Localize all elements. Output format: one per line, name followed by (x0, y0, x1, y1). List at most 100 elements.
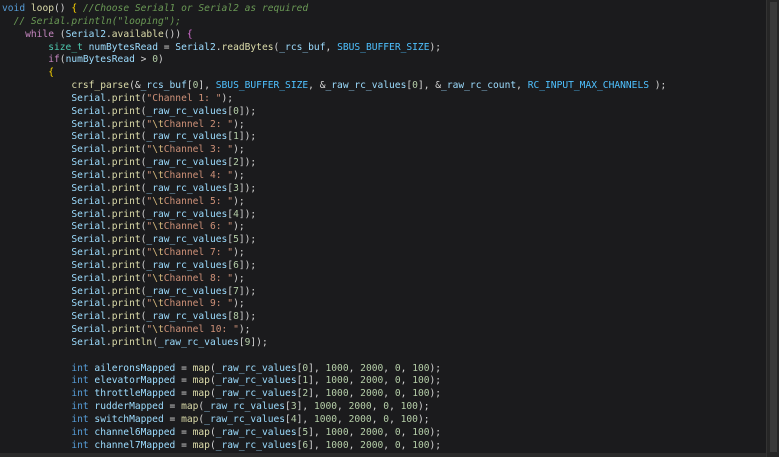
code-token: channel6Mapped (94, 426, 176, 438)
code-token: \t (152, 195, 164, 207)
code-token: = (163, 401, 182, 413)
code-token: print (111, 272, 141, 284)
code-token: Serial (71, 259, 106, 271)
code-token: _raw_rc_values (146, 234, 228, 246)
code-line: // Serial.println("looping"); (2, 16, 666, 29)
code-token: ); (429, 41, 442, 53)
code-token: RC_INPUT_MAX_CHANNELS (527, 80, 649, 92)
code-token: Serial (71, 298, 106, 310)
code-token: Channel 4: " (163, 169, 234, 181)
code-token: ); (429, 426, 442, 438)
code-token: readBytes (221, 41, 274, 53)
code-line: Serial.print("\tChannel 4: "); (2, 170, 666, 183)
code-token: = (175, 426, 193, 438)
code-token: _rcs_buf (279, 41, 326, 53)
code-token: Channel 9: " (163, 298, 234, 310)
code-token: 1000 (313, 414, 338, 425)
vertical-scrollbar[interactable] (766, 0, 779, 457)
code-token: print (111, 169, 141, 181)
code-token: if (48, 54, 60, 66)
code-token: _raw_rc_values (157, 336, 239, 348)
code-token: Serial (71, 208, 106, 220)
code-token: _raw_rc_values (215, 388, 297, 400)
code-token: map (192, 362, 210, 374)
code-token: = (175, 362, 193, 374)
code-token: 100 (412, 426, 430, 438)
code-token: print (111, 298, 141, 310)
code-token: print (111, 92, 141, 104)
code-token: _raw_rc_values (215, 375, 297, 387)
code-token: int (71, 375, 89, 387)
code-line: if(numBytesRead > 0) (2, 54, 666, 67)
code-token: = (163, 414, 182, 425)
code-token: , (400, 439, 413, 451)
code-token: \t (152, 144, 164, 156)
code-token: SBUS_BUFFER_SIZE (215, 80, 309, 92)
code-token: channel7Mapped (94, 439, 176, 451)
horizontal-scrollbar[interactable] (0, 453, 766, 457)
code-token: \t (152, 298, 164, 310)
code-token: 100 (412, 439, 430, 451)
code-token: int (71, 439, 89, 451)
code-token: ], (308, 375, 326, 387)
code-token: 1000 (325, 439, 349, 451)
code-token: Serial (71, 131, 106, 143)
code-token: size_t (48, 41, 83, 53)
code-token: = (157, 41, 176, 53)
code-token: numBytesRead (65, 54, 135, 66)
code-token: , (383, 439, 395, 451)
code-token: int (71, 414, 89, 425)
code-token: map (192, 375, 210, 387)
code-token: Serial (71, 311, 106, 323)
code-token: 100 (412, 375, 430, 387)
code-token: ); (233, 118, 245, 130)
code-token: print (111, 131, 141, 143)
code-token: _raw_rc_values (146, 311, 228, 323)
code-token: ]); (238, 157, 257, 169)
code-token: Serial (71, 144, 106, 156)
code-token: ]); (238, 285, 257, 297)
code-token: Serial (71, 118, 106, 130)
code-token: Serial (71, 105, 106, 117)
code-token: Serial (71, 336, 106, 348)
scrollbar-thumb[interactable] (770, 2, 777, 452)
code-token: Channel 3: " (163, 144, 234, 156)
code-token: , (400, 362, 413, 374)
code-token: print (111, 157, 141, 169)
code-token: 100 (412, 388, 430, 400)
code-line: Serial.print(_raw_rc_values[1]); (2, 131, 666, 144)
code-editor[interactable]: void loop() { //Choose Serial1 or Serial… (0, 0, 766, 453)
code-area[interactable]: void loop() { //Choose Serial1 or Serial… (2, 3, 666, 453)
code-token: 100 (400, 414, 418, 425)
code-token: print (111, 324, 141, 336)
code-token: \t (152, 221, 164, 233)
code-token: print (111, 221, 141, 233)
code-token: //Choose Serial1 or Serial2 as required (82, 3, 309, 14)
code-token: , (348, 388, 361, 400)
code-token: print (111, 208, 141, 220)
code-token: println (111, 336, 153, 348)
code-token: ], (308, 388, 326, 400)
code-line: Serial.print("\tChannel 10: "); (2, 324, 666, 337)
code-line: Serial.print(_raw_rc_values[5]); (2, 234, 666, 247)
code-token: , (337, 414, 349, 425)
code-token: "Channel 1: " (146, 92, 222, 104)
code-token: > (134, 54, 153, 66)
code-line: Serial.print(_raw_rc_values[0]); (2, 106, 666, 119)
code-token: _raw_rc_values (146, 157, 228, 169)
code-token: print (111, 195, 141, 207)
code-token: , (348, 362, 361, 374)
code-token: _raw_rc_values (204, 414, 286, 425)
code-token: map (192, 439, 210, 451)
code-line: int elevatorMapped = map(_raw_rc_values[… (2, 375, 666, 388)
code-token: 1000 (325, 362, 349, 374)
